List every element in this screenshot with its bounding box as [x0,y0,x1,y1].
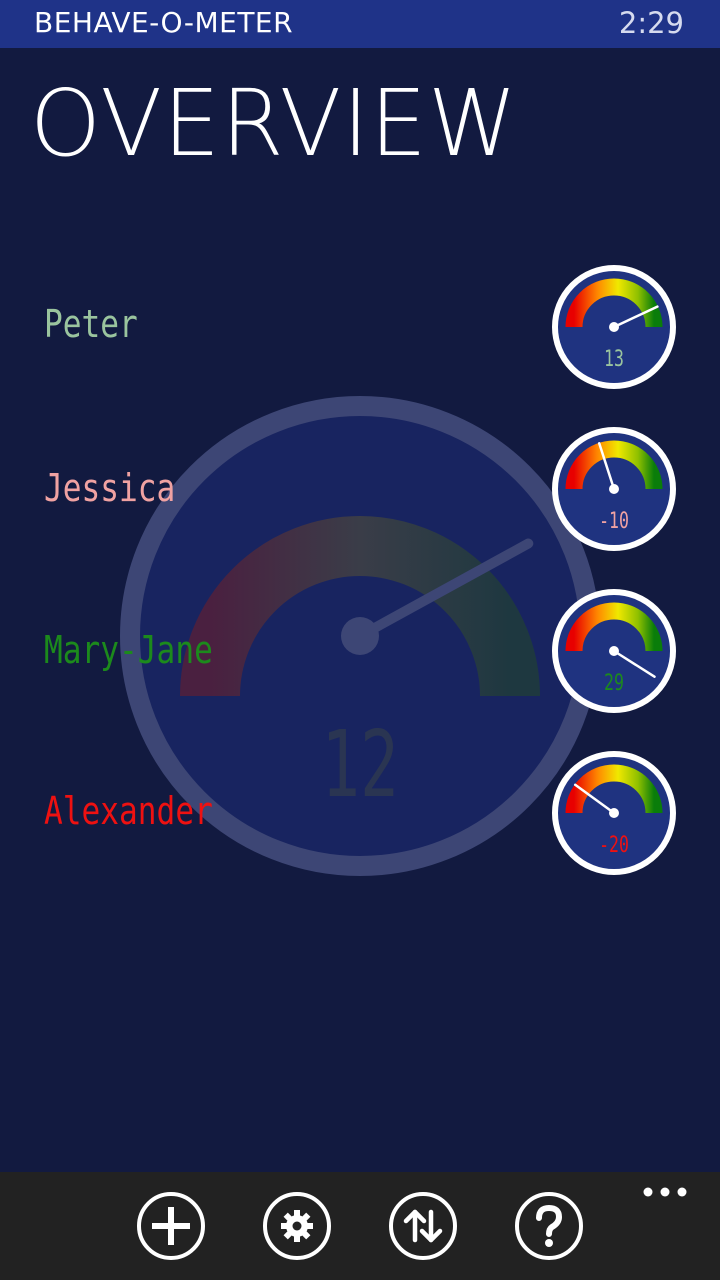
kid-gauge-alexander[interactable]: -20 [549,748,679,878]
gauge-hub [609,322,619,332]
overall-gauge-hub [341,617,379,655]
gear-icon [263,1192,331,1260]
gauge-svg: -20 [552,751,676,875]
gauge-score: -10 [599,508,629,534]
kid-name-alexander[interactable]: Alexander [44,789,213,833]
gauge-score: 29 [604,670,624,696]
gauge-hub [609,484,619,494]
kid-name-mary-jane[interactable]: Mary-Jane [44,628,213,672]
overall-gauge-needle [355,538,534,641]
help-button[interactable] [513,1190,585,1262]
kid-name-jessica[interactable]: Jessica [44,466,175,510]
sort-arrows-icon [389,1192,457,1260]
plus-icon [137,1192,205,1260]
clock: 2:29 [618,6,684,40]
kid-gauge-mary-jane[interactable]: 29 [549,586,679,716]
kid-gauge-peter[interactable]: 13 [549,262,679,392]
sort-button[interactable] [387,1190,459,1262]
overall-gauge-arc [180,516,540,697]
gauge-svg: 29 [552,589,676,713]
question-icon [515,1192,583,1260]
status-bar: BEHAVE-O-METER 2:29 [0,0,720,48]
gauge-svg: 13 [552,265,676,389]
gauge-hub [609,646,619,656]
gauge-svg: -10 [552,427,676,551]
page-title: OVERVIEW [30,70,518,177]
overall-gauge-value: 12 [321,710,399,818]
app-name: BEHAVE-O-METER [34,6,294,39]
gauge-hub [609,808,619,818]
app-bar [0,1172,720,1280]
kid-name-peter[interactable]: Peter [44,302,138,346]
gauge-score: -20 [599,832,629,858]
ellipsis-icon[interactable] [642,1182,688,1202]
kid-gauge-jessica[interactable]: -10 [549,424,679,554]
gauge-score: 13 [604,346,624,372]
add-button[interactable] [135,1190,207,1262]
settings-button[interactable] [261,1190,333,1262]
